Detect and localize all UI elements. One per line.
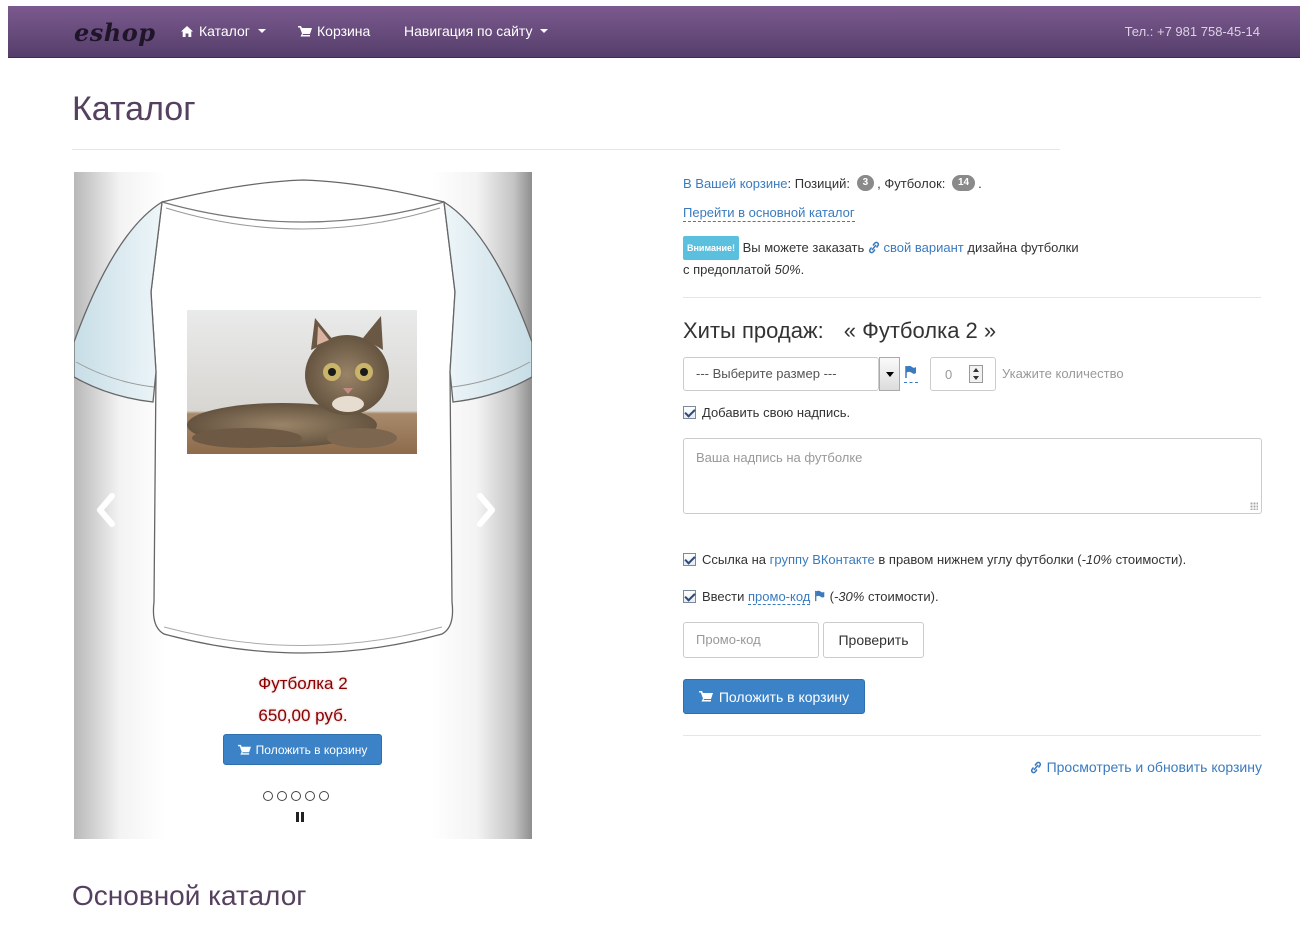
size-select-arrow[interactable]: [879, 357, 900, 391]
cart-summary-link[interactable]: В Вашей корзине: [683, 176, 788, 191]
bestsellers-heading: Хиты продаж: « Футболка 2 »: [683, 318, 996, 344]
pause-icon[interactable]: [296, 812, 304, 822]
carousel-indicator[interactable]: [263, 791, 273, 801]
carousel-next-button[interactable]: [470, 490, 500, 530]
attention-text-before: Вы можете заказать: [742, 240, 865, 255]
top-navbar: eshop Каталог Корзина Навигация по сайту…: [8, 6, 1300, 58]
prepay-text: с предоплатой: [683, 262, 772, 277]
view-cart-label: Просмотреть и обновить корзину: [1046, 759, 1262, 775]
add-to-cart-label: Положить в корзину: [718, 688, 850, 705]
promo-text-end: стоимости).: [867, 589, 939, 604]
vk-link-row: Ссылка на группу ВКонтакте в правом нижн…: [683, 552, 1186, 567]
tshirts-count-badge: 14: [952, 175, 976, 191]
add-caption-label[interactable]: Добавить свою надпись.: [702, 405, 850, 420]
attention-note: Внимание! Вы можете заказать свой вариан…: [683, 236, 1163, 280]
cart-summary: В Вашей корзине : Позиций: 3 , Футболок:…: [683, 175, 982, 191]
vk-discount: -10%: [1081, 552, 1112, 567]
divider: [683, 297, 1261, 298]
quantity-stepper[interactable]: 0: [930, 357, 996, 391]
promo-discount: -30%: [833, 589, 865, 604]
cart-icon: [237, 744, 251, 755]
goto-catalog-link[interactable]: Перейти в основной каталог: [683, 205, 855, 222]
attention-text-after: дизайна футболки: [967, 240, 1079, 255]
product-carousel[interactable]: Футболка 2 650,00 руб. Положить в корзин…: [74, 172, 532, 839]
divider: [683, 735, 1261, 736]
link-icon: [1030, 761, 1041, 773]
chevron-right-icon: [477, 493, 495, 527]
bestsellers-label: Хиты продаж:: [683, 318, 824, 343]
carousel-product-price: 650,00 руб.: [258, 706, 348, 725]
page-title: Каталог: [72, 90, 196, 128]
cart-summary-tail: .: [978, 175, 982, 191]
vk-link-checkbox[interactable]: [683, 553, 696, 566]
cart-icon: [298, 25, 312, 36]
add-caption-row: Добавить свою надпись.: [683, 405, 850, 420]
promo-code-input[interactable]: Промо-код: [683, 622, 819, 658]
positions-count-badge: 3: [856, 175, 875, 191]
promo-row: Ввести промо-код (-30% стоимости).: [683, 589, 939, 605]
main-catalog-heading: Основной каталог: [72, 880, 307, 911]
carousel-indicator[interactable]: [291, 791, 301, 801]
carousel-add-to-cart-button[interactable]: Положить в корзину: [223, 734, 382, 765]
cat-photo: [187, 310, 417, 454]
home-icon: [181, 25, 193, 37]
nav-cart-link[interactable]: Корзина: [298, 23, 370, 39]
chevron-left-icon: [97, 493, 115, 527]
carousel-indicator[interactable]: [305, 791, 315, 801]
promo-checkbox[interactable]: [683, 590, 696, 603]
vk-text-before: Ссылка на: [702, 552, 767, 567]
add-to-cart-button[interactable]: Положить в корзину: [683, 679, 865, 714]
prepay-tail: .: [800, 262, 805, 277]
nav-site-navigation-dropdown[interactable]: Навигация по сайту: [404, 23, 549, 39]
chevron-down-icon: [257, 29, 266, 33]
caption-textarea[interactable]: Ваша надпись на футболке: [683, 438, 1262, 514]
quantity-value[interactable]: 0: [945, 367, 952, 382]
carousel-add-to-cart-label: Положить в корзину: [255, 742, 368, 757]
nav-catalog-dropdown[interactable]: Каталог: [180, 23, 266, 39]
brand-logo[interactable]: eshop: [74, 18, 156, 47]
chevron-down-icon: [540, 29, 549, 33]
vk-text-after: в правом нижнем углу футболки (: [878, 552, 1082, 567]
caption-placeholder: Ваша надпись на футболке: [696, 450, 863, 465]
carousel-product-name: Футболка 2: [258, 674, 348, 693]
title-divider: [72, 149, 1060, 150]
product-title: « Футболка 2 »: [843, 318, 997, 343]
view-cart-link[interactable]: Просмотреть и обновить корзину: [1030, 759, 1262, 775]
carousel-prev-button[interactable]: [92, 490, 122, 530]
nav-catalog-label: Каталог: [199, 23, 250, 39]
prepay-percent: 50%: [774, 262, 801, 277]
vk-group-link[interactable]: группу ВКонтакте: [770, 552, 875, 567]
size-flag-icon[interactable]: [904, 365, 918, 383]
carousel-indicator[interactable]: [277, 791, 287, 801]
positions-label: : Позиций:: [787, 175, 850, 191]
nav-cart-label: Корзина: [317, 23, 371, 39]
nav-site-navigation-label: Навигация по сайту: [404, 23, 533, 39]
carousel-indicator[interactable]: [319, 791, 329, 801]
vk-text-end: стоимости).: [1115, 552, 1187, 567]
phone-number: Тел.: +7 981 758-45-14: [1124, 24, 1260, 39]
attention-badge: Внимание!: [683, 236, 739, 260]
promo-code-link[interactable]: промо-код: [748, 589, 811, 605]
flag-icon[interactable]: [814, 590, 826, 602]
check-promo-button[interactable]: Проверить: [823, 622, 924, 658]
tshirts-label: , Футболок:: [877, 175, 946, 191]
cart-icon: [698, 691, 713, 702]
add-caption-checkbox[interactable]: [683, 406, 696, 419]
size-select[interactable]: --- Выберите размер ---: [683, 357, 879, 391]
resize-grip-icon[interactable]: [1250, 502, 1258, 510]
promo-text-before: Ввести: [702, 589, 745, 604]
quantity-hint: Укажите количество: [1002, 366, 1124, 381]
link-icon: [868, 241, 879, 254]
custom-design-link[interactable]: свой вариант: [884, 240, 964, 255]
quantity-spin-buttons[interactable]: [969, 365, 983, 383]
carousel-indicators: [263, 791, 329, 801]
